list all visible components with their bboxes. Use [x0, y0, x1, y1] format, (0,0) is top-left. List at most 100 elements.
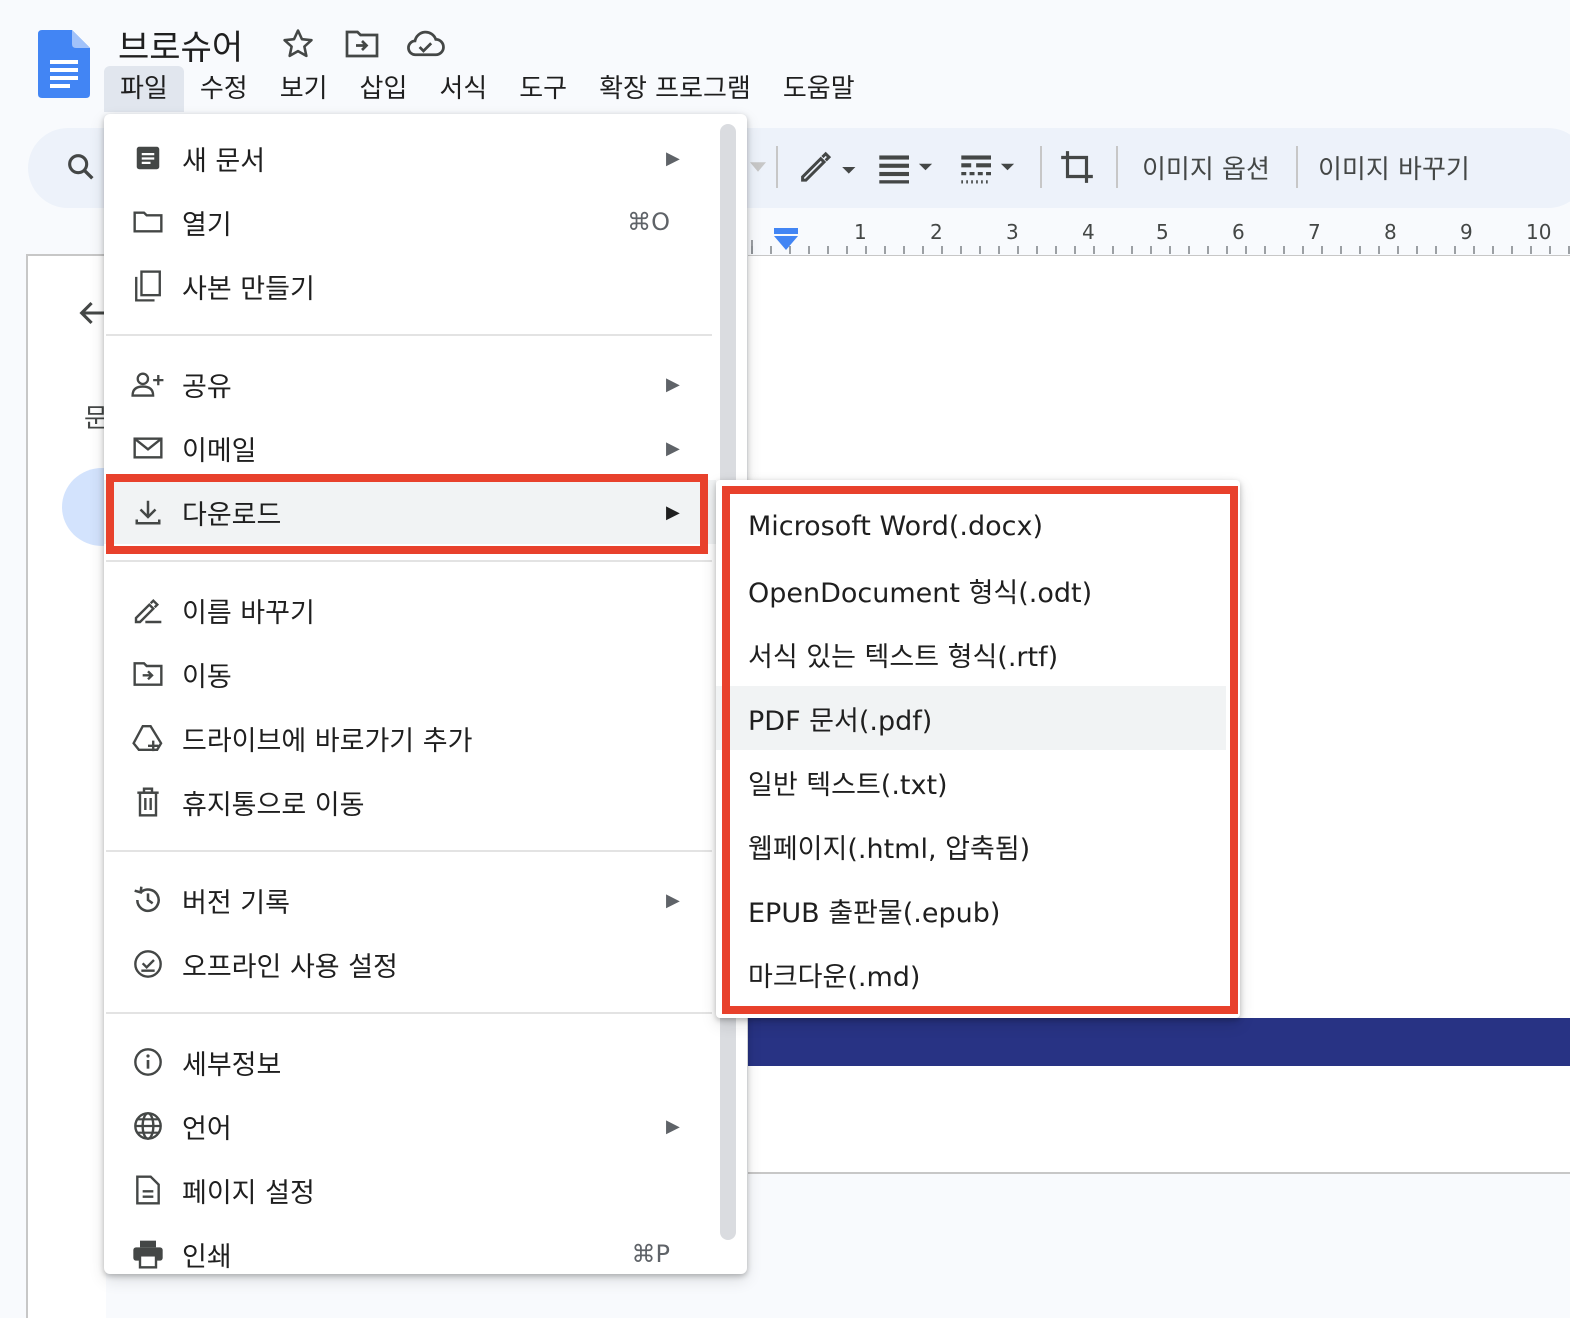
menu-item-details[interactable]: 세부정보	[104, 1030, 716, 1094]
menu-divider	[106, 850, 712, 852]
email-icon	[130, 430, 166, 466]
shortcut-label: ⌘O	[627, 208, 670, 236]
page-divider	[748, 1172, 1570, 1174]
menu-edit[interactable]: 수정	[184, 66, 264, 112]
replace-image-button[interactable]: 이미지 바꾸기	[1318, 140, 1470, 194]
download-odt[interactable]: OpenDocument 형식(.odt)	[716, 558, 1226, 622]
submenu-arrow-icon: ▶	[666, 501, 680, 523]
border-dash-icon[interactable]	[958, 140, 1024, 194]
cloud-saved-icon[interactable]	[405, 24, 445, 64]
document-title[interactable]: 브로슈어	[118, 20, 243, 69]
download-md[interactable]: 마크다운(.md)	[716, 942, 1226, 1006]
drive-shortcut-icon	[130, 720, 166, 756]
menu-item-label: 페이지 설정	[182, 1177, 315, 1209]
shortcut-label: ⌘P	[631, 1240, 670, 1268]
menu-help[interactable]: 도움말	[767, 66, 871, 112]
new-document-icon	[130, 140, 166, 176]
menu-item-label: 오프라인 사용 설정	[182, 951, 398, 983]
menu-item-share[interactable]: 공유 ▶	[104, 352, 716, 416]
menu-item-add-shortcut-to-drive[interactable]: 드라이브에 바로가기 추가	[104, 706, 716, 770]
menu-item-version-history[interactable]: 버전 기록 ▶	[104, 868, 716, 932]
submenu-arrow-icon: ▶	[666, 437, 680, 459]
star-icon[interactable]	[278, 24, 318, 64]
move-folder-icon[interactable]	[342, 24, 382, 64]
menu-item-label: 새 문서	[182, 145, 266, 177]
submenu-item-label: 일반 텍스트(.txt)	[748, 769, 948, 801]
menu-insert[interactable]: 삽입	[344, 66, 424, 112]
menu-item-label: 버전 기록	[182, 887, 290, 919]
menu-item-move-to-trash[interactable]: 휴지통으로 이동	[104, 770, 716, 834]
menu-item-move[interactable]: 이동	[104, 642, 716, 706]
download-rtf[interactable]: 서식 있는 텍스트 형식(.rtf)	[716, 622, 1226, 686]
menu-item-label: 사본 만들기	[182, 273, 315, 305]
menu-item-print[interactable]: 인쇄 ⌘P	[104, 1222, 716, 1274]
crop-icon[interactable]	[1058, 140, 1096, 194]
menu-view[interactable]: 보기	[264, 66, 344, 112]
menu-item-email[interactable]: 이메일 ▶	[104, 416, 716, 480]
info-icon	[130, 1044, 166, 1080]
docs-logo-icon[interactable]	[38, 30, 90, 98]
download-docx[interactable]: Microsoft Word(.docx)	[716, 494, 1226, 558]
submenu-arrow-icon: ▶	[666, 1115, 680, 1137]
download-html[interactable]: 웹페이지(.html, 압축됨)	[716, 814, 1226, 878]
ruler-tick-label: 3	[1006, 220, 1019, 244]
menu-item-new-document[interactable]: 새 문서 ▶	[104, 126, 716, 190]
menu-item-make-copy[interactable]: 사본 만들기	[104, 254, 716, 318]
copy-icon	[130, 268, 166, 304]
menu-extensions[interactable]: 확장 프로그램	[583, 66, 767, 112]
dropdown-caret-icon[interactable]	[750, 140, 766, 194]
submenu-item-label: PDF 문서(.pdf)	[748, 705, 933, 737]
ruler-tick-label: 10	[1526, 220, 1552, 244]
menu-format[interactable]: 서식	[423, 66, 503, 112]
submenu-item-label: EPUB 출판물(.epub)	[748, 897, 1001, 929]
printer-icon	[130, 1236, 166, 1272]
image-options-button[interactable]: 이미지 옵션	[1142, 140, 1270, 194]
ruler-tick-label: 2	[930, 220, 943, 244]
menu-bar: 파일 수정 보기 삽입 서식 도구 확장 프로그램 도움말	[104, 66, 871, 112]
download-pdf[interactable]: PDF 문서(.pdf)	[716, 686, 1226, 750]
menu-item-language[interactable]: 언어 ▶	[104, 1094, 716, 1158]
horizontal-ruler[interactable]: 1 2 3 4 5 6 7 8 9 10	[748, 218, 1570, 256]
submenu-item-label: 서식 있는 텍스트 형식(.rtf)	[748, 641, 1059, 673]
menu-item-label: 다운로드	[182, 499, 282, 531]
border-weight-icon[interactable]	[876, 140, 942, 194]
file-menu: 새 문서 ▶ 열기 ⌘O 사본 만들기 공유 ▶ 이메일 ▶ 다운로드 ▶ 이름…	[104, 114, 747, 1274]
ruler-tick-label: 6	[1232, 220, 1245, 244]
download-txt[interactable]: 일반 텍스트(.txt)	[716, 750, 1226, 814]
menu-item-label: 열기	[182, 209, 232, 241]
menu-item-label: 인쇄	[182, 1241, 232, 1273]
download-epub[interactable]: EPUB 출판물(.epub)	[716, 878, 1226, 942]
menu-tools[interactable]: 도구	[503, 66, 583, 112]
menu-item-download[interactable]: 다운로드 ▶	[104, 480, 716, 544]
rename-icon	[130, 592, 166, 628]
image-navy-band[interactable]	[748, 1018, 1570, 1066]
download-submenu: Microsoft Word(.docx) OpenDocument 형식(.o…	[716, 480, 1240, 1018]
menu-item-label: 이름 바꾸기	[182, 597, 315, 629]
menu-item-rename[interactable]: 이름 바꾸기	[104, 578, 716, 642]
toolbar-divider	[1296, 146, 1298, 188]
folder-open-icon	[130, 204, 166, 240]
menu-item-label: 세부정보	[182, 1049, 282, 1081]
toolbar-divider	[1040, 146, 1042, 188]
menu-item-page-setup[interactable]: 페이지 설정	[104, 1158, 716, 1222]
pen-border-color-icon[interactable]	[796, 140, 862, 194]
menu-item-offline[interactable]: 오프라인 사용 설정	[104, 932, 716, 996]
ruler-tick-label: 4	[1082, 220, 1095, 244]
menu-item-open[interactable]: 열기 ⌘O	[104, 190, 716, 254]
indent-marker-icon[interactable]	[774, 228, 798, 256]
menu-divider	[106, 334, 712, 336]
menu-file[interactable]: 파일	[104, 66, 184, 112]
submenu-item-label: 웹페이지(.html, 압축됨)	[748, 833, 1031, 865]
menu-item-label: 이동	[182, 661, 232, 693]
trash-icon	[130, 784, 166, 820]
toolbar-divider	[1116, 146, 1118, 188]
submenu-item-label: Microsoft Word(.docx)	[748, 510, 1043, 542]
submenu-arrow-icon: ▶	[666, 147, 680, 169]
submenu-arrow-icon: ▶	[666, 889, 680, 911]
ruler-tick-label: 8	[1384, 220, 1397, 244]
menu-divider	[106, 1012, 712, 1014]
submenu-arrow-icon: ▶	[666, 373, 680, 395]
search-menus-icon[interactable]	[64, 150, 98, 188]
offline-check-icon	[130, 946, 166, 982]
submenu-item-label: OpenDocument 형식(.odt)	[748, 577, 1093, 609]
